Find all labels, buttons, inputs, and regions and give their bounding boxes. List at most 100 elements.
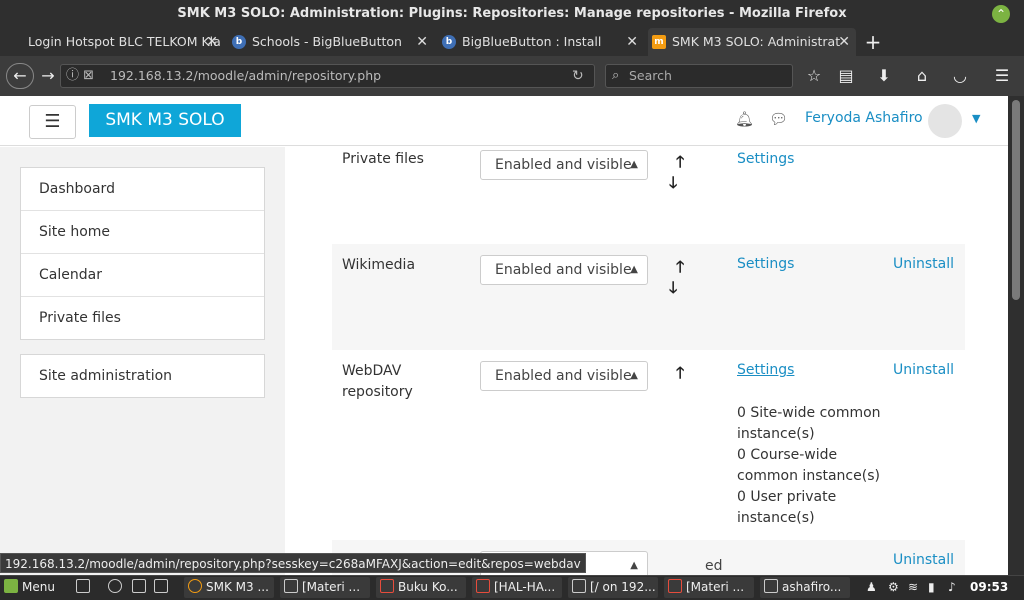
mint-logo-icon (4, 579, 18, 593)
sidebar-item-site-home[interactable]: Site home (21, 211, 264, 254)
sidebar-item-dashboard[interactable]: Dashboard (21, 168, 264, 211)
document-viewer-icon (476, 579, 490, 593)
folder-icon (572, 579, 586, 593)
terminal-glyph-icon (132, 579, 146, 593)
home-icon[interactable]: ⌂ (910, 64, 934, 88)
taskbar-window-hal[interactable]: [HAL-HA... (472, 577, 562, 598)
uninstall-link[interactable]: Uninstall (893, 362, 954, 378)
window-minimize-icon[interactable]: ⌃ (992, 5, 1010, 23)
volume-icon[interactable]: ♪ (948, 577, 964, 598)
bookmark-star-icon[interactable]: ☆ (802, 64, 826, 88)
drawer-toggle-button[interactable]: ☰ (29, 105, 76, 139)
tab-label: SMK M3 SOLO: Administrat (672, 34, 841, 49)
battery-icon[interactable]: ▮ (928, 577, 942, 598)
instance-info-line: instance(s) (737, 426, 815, 442)
pocket-icon[interactable]: ◡ (948, 64, 972, 88)
folder-icon (284, 579, 298, 593)
user-tray-icon[interactable]: ♟ (866, 577, 880, 598)
uninstall-link[interactable]: Uninstall (893, 552, 954, 568)
clock: 09:53 (970, 580, 1009, 594)
move-down-arrow-icon[interactable]: 🡓 (669, 172, 677, 199)
forward-arrow-icon[interactable]: → (36, 64, 60, 88)
link-status-overlay: 192.168.13.2/moodle/admin/repository.php… (0, 553, 586, 573)
messages-icon[interactable]: 💬︎ (769, 110, 788, 128)
settings-link[interactable]: Settings (737, 151, 794, 167)
reload-icon[interactable]: ↻ (572, 64, 584, 88)
tab-login-hotspot[interactable]: Login Hotspot BLC TELKOM Kla ✕ (4, 28, 224, 56)
select-caret-icon: ▲ (630, 560, 638, 571)
taskbar-window-firefox[interactable]: SMK M3 ... (184, 577, 274, 598)
tab-bbb-install[interactable]: b BigBlueButton : Install ✕ (438, 28, 644, 56)
uninstall-link[interactable]: Uninstall (893, 256, 954, 272)
folder-glyph-icon (76, 579, 90, 593)
scrollbar-thumb[interactable] (1012, 100, 1020, 300)
tab-schools-bbb[interactable]: b Schools - BigBlueButton ✕ (228, 28, 434, 56)
folder-icon[interactable] (76, 577, 98, 598)
tab-label: Schools - BigBlueButton (252, 34, 402, 49)
notification-bell-icon[interactable]: 🔔︎ (735, 110, 754, 128)
taskbar-window-label: SMK M3 ... (206, 580, 269, 594)
new-tab-icon[interactable]: + (862, 28, 884, 56)
taskbar-window-label: [Materi ... (302, 580, 361, 594)
settings-link[interactable]: Settings (737, 362, 794, 378)
bigbluebutton-icon: b (442, 35, 456, 49)
table-row: WebDAV repository Enabled and visible ▲ … (332, 350, 965, 540)
download-arrow-icon[interactable]: ⬇ (872, 64, 896, 88)
close-icon[interactable]: ✕ (206, 28, 218, 56)
taskbar-window-remote[interactable]: [/ on 192... (568, 577, 658, 598)
settings-link[interactable]: Settings (737, 256, 794, 272)
user-name[interactable]: Feryoda Ashafiro (805, 110, 923, 126)
search-placeholder: Search (629, 68, 672, 83)
window-title: SMK M3 SOLO: Administration: Plugins: Re… (0, 0, 1024, 28)
taskbar-window-label: Buku Ko... (398, 580, 458, 594)
move-down-arrow-icon[interactable]: 🡓 (669, 277, 677, 304)
taskbar-window-terminal[interactable]: ashafiro... (760, 577, 850, 598)
taskbar-window-materi-1[interactable]: [Materi ... (280, 577, 370, 598)
repository-name: WebDAV repository (342, 361, 413, 403)
update-manager-icon[interactable] (108, 577, 130, 598)
tab-smk-admin[interactable]: m SMK M3 SOLO: Administrat ✕ (648, 28, 856, 56)
reading-list-icon[interactable]: ▤ (834, 64, 858, 88)
hamburger-menu-icon[interactable]: ☰ (990, 64, 1014, 88)
visibility-select-value: Enabled and visible (495, 368, 632, 384)
taskbar-window-label: [HAL-HA... (494, 580, 556, 594)
moodle-icon: m (652, 35, 666, 49)
chevron-down-icon[interactable]: ▼ (972, 112, 980, 125)
close-icon[interactable]: ✕ (626, 28, 638, 56)
files-icon[interactable] (154, 577, 176, 598)
close-icon[interactable]: ✕ (416, 28, 428, 56)
visibility-select[interactable]: Enabled and visible ▲ (480, 150, 648, 180)
taskbar-window-materi-2[interactable]: [Materi ... (664, 577, 754, 598)
repositories-table: Private files Enabled and visible ▲ 🡑 🡓 … (285, 147, 1008, 575)
table-row: Wikimedia Enabled and visible ▲ 🡑 🡓 Sett… (332, 244, 965, 350)
taskbar-window-buku[interactable]: Buku Ko... (376, 577, 466, 598)
repository-name: Private files (342, 151, 424, 167)
sidebar-item-calendar[interactable]: Calendar (21, 254, 264, 297)
settings-tray-icon[interactable]: ⚙ (888, 577, 902, 598)
sidebar-item-site-administration[interactable]: Site administration (20, 354, 265, 398)
terminal-icon[interactable] (132, 577, 154, 598)
move-up-arrow-icon[interactable]: 🡑 (676, 362, 684, 389)
tab-label: BigBlueButton : Install (462, 34, 602, 49)
wifi-icon[interactable]: ≋ (908, 577, 922, 598)
select-caret-icon: ▲ (630, 159, 638, 170)
back-arrow-icon[interactable]: ← (6, 63, 34, 89)
menu-label: Menu (22, 580, 55, 594)
site-info-icon[interactable]: ⓘ ⊠ (66, 64, 94, 88)
visibility-select[interactable]: Enabled and visible ▲ (480, 255, 648, 285)
close-icon[interactable]: ✕ (838, 28, 850, 56)
repository-name: Wikimedia (342, 257, 416, 273)
visibility-select[interactable]: Enabled and visible ▲ (480, 361, 648, 391)
select-caret-icon: ▲ (630, 264, 638, 275)
sidebar-item-private-files[interactable]: Private files (21, 297, 264, 340)
site-brand-link[interactable]: SMK M3 SOLO (89, 104, 241, 137)
repository-name-line: WebDAV (342, 363, 402, 379)
visibility-select-value: Enabled and visible (495, 262, 632, 278)
tab-label: Login Hotspot BLC TELKOM Kla (28, 34, 221, 49)
avatar[interactable] (928, 104, 962, 138)
sidebar-nav: Dashboard Site home Calendar Private fil… (20, 167, 265, 340)
start-menu-button[interactable]: Menu (4, 577, 70, 598)
instance-info: 0 Site-wide common instance(s) 0 Course-… (737, 403, 881, 529)
firefox-icon (188, 579, 202, 593)
instance-info-line: common instance(s) (737, 468, 880, 484)
